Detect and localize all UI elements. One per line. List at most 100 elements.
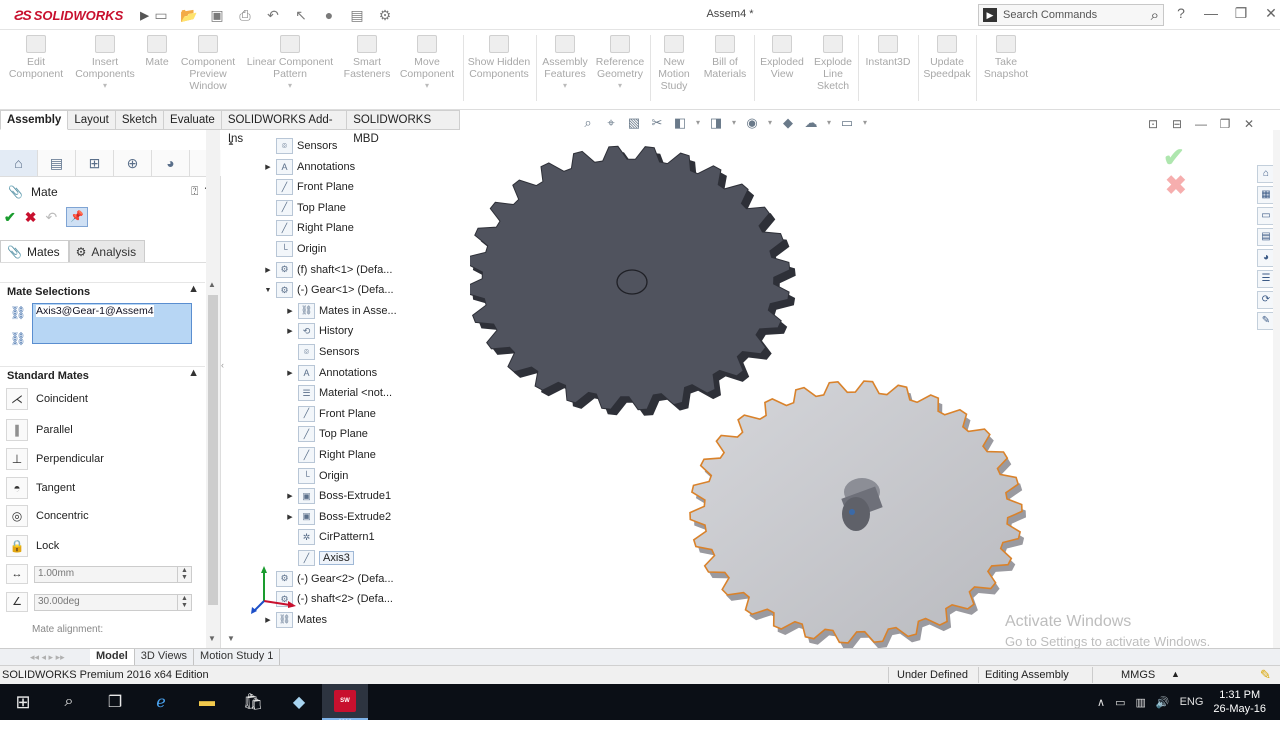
- chevron-down-icon[interactable]: ▾: [103, 80, 107, 92]
- expand-triangle-icon[interactable]: ▶: [264, 266, 272, 274]
- task-view-icon[interactable]: ❐: [92, 684, 138, 720]
- collapse-chevron-icon[interactable]: ▲: [188, 283, 199, 295]
- tab-mbd[interactable]: SOLIDWORKS MBD: [347, 110, 460, 145]
- tab-model[interactable]: Model: [90, 649, 135, 665]
- tree-scrollbar[interactable]: ▲ ▼: [225, 136, 237, 648]
- display-style-icon[interactable]: ◨: [706, 115, 726, 131]
- tree-item[interactable]: ▶ ▣ Boss-Extrude1: [286, 486, 391, 506]
- rebuild-icon[interactable]: ●: [318, 6, 340, 24]
- ribbon-button-instant3d[interactable]: Instant3D: [860, 35, 916, 68]
- feature-manager-tab-icon[interactable]: ⌂: [0, 150, 38, 176]
- angle-spinner[interactable]: ▲ ▼: [177, 594, 191, 610]
- open-icon[interactable]: 📂: [178, 6, 200, 24]
- ribbon-button-smart-fasteners[interactable]: Smart Fasteners: [340, 35, 394, 80]
- solidworks-taskbar-button[interactable]: SW 2016: [322, 684, 368, 726]
- collapse-triangle-icon[interactable]: ▼: [264, 287, 272, 294]
- property-manager-scrollbar[interactable]: ▲ ▼: [206, 130, 220, 648]
- gear-2[interactable]: [689, 380, 1026, 648]
- select-icon[interactable]: ↖: [290, 6, 312, 24]
- clock[interactable]: 1:31 PM 26-May-16: [1213, 688, 1266, 716]
- rebuild-status-icon[interactable]: ✎: [1260, 667, 1271, 683]
- solidworks-logo[interactable]: ƧS SOLIDWORKS ▶: [14, 6, 149, 24]
- tab-3d-views[interactable]: 3D Views: [135, 649, 195, 665]
- view-orientation-icon[interactable]: ◧: [670, 115, 690, 131]
- minimize-icon[interactable]: —: [1200, 5, 1222, 22]
- search-icon[interactable]: ⌕: [1151, 7, 1159, 24]
- windows-start-icon[interactable]: ⊞: [0, 684, 46, 720]
- chevron-down-icon[interactable]: ▾: [765, 115, 775, 131]
- ribbon-button-explode-line-sketch[interactable]: Explode Line Sketch: [810, 35, 856, 92]
- tree-item[interactable]: ▶ ⟲ History: [286, 321, 353, 341]
- tab-analysis[interactable]: ⚙ Analysis: [68, 240, 146, 262]
- undo-icon[interactable]: ↶: [45, 209, 57, 226]
- scroll-down-icon[interactable]: ▼: [208, 634, 216, 643]
- zoom-to-fit-icon[interactable]: ⌕: [578, 115, 598, 131]
- ribbon-button-show-hidden[interactable]: Show Hidden Components: [466, 35, 532, 80]
- tree-item[interactable]: ╱ Front Plane: [286, 404, 376, 424]
- ribbon-button-bill-of-materials[interactable]: Bill of Materials: [700, 35, 750, 80]
- tree-item[interactable]: ⌾ Sensors: [286, 342, 359, 362]
- chevron-down-icon[interactable]: ▾: [425, 80, 429, 92]
- distance-spinner[interactable]: ▲ ▼: [177, 566, 191, 582]
- chevron-down-icon[interactable]: ▾: [563, 80, 567, 92]
- ribbon-button-new-motion-study[interactable]: New Motion Study: [652, 35, 696, 92]
- tab-addins[interactable]: SOLIDWORKS Add-Ins: [221, 110, 348, 145]
- file-explorer-icon[interactable]: ▬: [184, 684, 230, 720]
- store-icon[interactable]: 🛍: [230, 684, 276, 720]
- viewport-expand-icon[interactable]: ⊡: [1146, 117, 1160, 131]
- view-settings-icon[interactable]: ▭: [837, 115, 857, 131]
- edge-browser-icon[interactable]: ℯ: [138, 684, 184, 720]
- ribbon-button-exploded-view[interactable]: Exploded View: [756, 35, 808, 80]
- unit-system[interactable]: MMGS: [1121, 669, 1155, 681]
- tab-sketch[interactable]: Sketch: [115, 110, 165, 130]
- ok-checkmark-icon[interactable]: ✔: [4, 209, 16, 226]
- chevron-down-icon[interactable]: ▾: [824, 115, 834, 131]
- tab-scroll-controls[interactable]: ◂◂ ◂ ▸ ▸▸: [0, 650, 90, 665]
- cancel-x-icon[interactable]: ✖: [25, 209, 37, 226]
- tree-item[interactable]: ╱ Right Plane: [264, 218, 354, 238]
- gear-1[interactable]: [470, 145, 796, 416]
- chevron-down-icon[interactable]: ▾: [618, 80, 622, 92]
- tree-item[interactable]: └ Origin: [286, 466, 348, 486]
- volume-icon[interactable]: 🔊: [1156, 696, 1170, 709]
- tree-item[interactable]: ╱ Top Plane: [286, 424, 368, 444]
- apply-scene-icon[interactable]: ☁: [801, 115, 821, 131]
- hide-show-items-icon[interactable]: ◉: [742, 115, 762, 131]
- right-scrollbar[interactable]: [1273, 130, 1280, 648]
- display-manager-tab-icon[interactable]: ◕: [152, 150, 190, 176]
- expand-triangle-icon[interactable]: ▶: [286, 327, 294, 335]
- search-icon[interactable]: ⌕: [46, 684, 92, 720]
- pinned-app-icon[interactable]: ◆: [276, 684, 322, 720]
- ribbon-button-move-component[interactable]: Move Component ▾: [396, 35, 458, 92]
- viewport-close-icon[interactable]: ✕: [1242, 117, 1256, 131]
- distance-input[interactable]: 1.00mm ▲ ▼: [34, 565, 192, 583]
- scrollbar-thumb[interactable]: [208, 295, 218, 605]
- tree-item[interactable]: ▶ ▣ Boss-Extrude2: [286, 507, 391, 527]
- ribbon-button-linear-pattern[interactable]: Linear Component Pattern ▾: [242, 35, 338, 92]
- selection-entry[interactable]: Axis3@Gear-1@Assem4: [36, 305, 154, 317]
- ribbon-button-component-preview[interactable]: Component Preview Window: [176, 35, 240, 92]
- mate-lock[interactable]: 🔒 Lock: [6, 534, 206, 558]
- print-icon[interactable]: ⎙: [234, 6, 256, 24]
- standard-mates-header[interactable]: Standard Mates ▲: [0, 366, 205, 384]
- edit-appearance-icon[interactable]: ◆: [778, 115, 798, 131]
- tree-item[interactable]: ▼ ⚙ (-) Gear<1> (Defa...: [264, 280, 394, 300]
- graphics-area[interactable]: [470, 130, 1250, 648]
- ribbon-button-assembly-features[interactable]: Assembly Features ▾: [538, 35, 592, 92]
- mate-coincident[interactable]: ⋌ Coincident: [6, 387, 206, 411]
- mate-tangent[interactable]: ◓ Tangent: [6, 476, 206, 500]
- tree-item[interactable]: ✲ CirPattern1: [286, 527, 375, 547]
- expand-triangle-icon[interactable]: ▶: [264, 616, 272, 624]
- tree-item[interactable]: └ Origin: [264, 239, 326, 259]
- scroll-up-icon[interactable]: ▲: [208, 280, 216, 289]
- close-icon[interactable]: ✕: [1260, 5, 1280, 22]
- property-manager-tab-icon[interactable]: ▤: [38, 150, 76, 176]
- viewport-collapse-icon[interactable]: ⊟: [1170, 117, 1184, 131]
- confirm-cancel-icon[interactable]: ✖: [1165, 170, 1187, 201]
- chevron-down-icon[interactable]: ▾: [729, 115, 739, 131]
- previous-view-icon[interactable]: ▧: [624, 115, 644, 131]
- tree-item[interactable]: ▶ ⚙ (f) shaft<1> (Defa...: [264, 260, 392, 280]
- language-indicator[interactable]: ENG: [1180, 696, 1204, 708]
- section-view-icon[interactable]: ✂: [647, 115, 667, 131]
- tree-item[interactable]: ☰ Material <not...: [286, 383, 392, 403]
